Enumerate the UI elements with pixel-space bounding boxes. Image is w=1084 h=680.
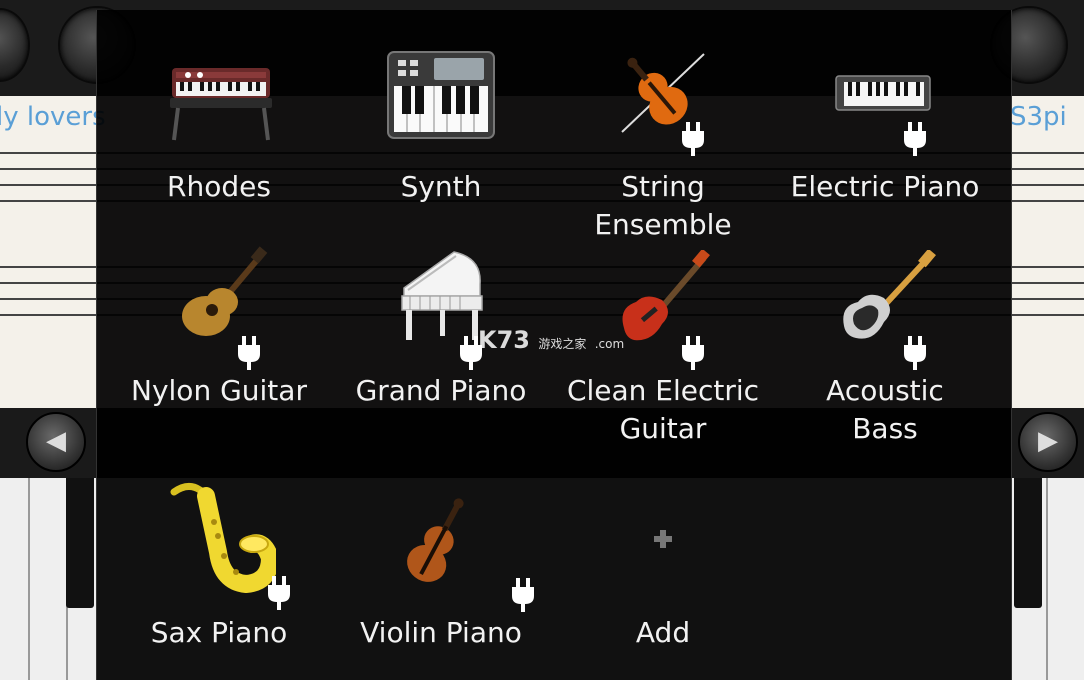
instrument-label: Violin Piano — [360, 616, 522, 649]
violin-icon — [407, 498, 464, 582]
grand-piano-icon — [401, 251, 483, 340]
instrument-label: Grand Piano — [355, 374, 527, 407]
instrument-tile-acoustic-bass[interactable]: Acoustic Bass — [774, 246, 996, 466]
instrument-label: Sax Piano — [150, 616, 288, 649]
toolbar-button-left[interactable] — [0, 8, 30, 82]
instrument-label: Electric Piano — [790, 170, 980, 203]
plugin-icon — [512, 578, 534, 612]
rhodes-keyboard-icon — [170, 68, 272, 141]
black-key[interactable] — [66, 478, 94, 608]
sheet-title-right: S3pi — [1010, 102, 1067, 132]
plugin-icon — [238, 336, 260, 370]
instrument-tile-electric-piano[interactable]: Electric Piano — [774, 10, 996, 230]
instrument-label: Rhodes — [167, 170, 271, 203]
saxophone-icon — [170, 483, 276, 594]
instrument-tile-sax-piano[interactable]: Sax Piano — [108, 480, 330, 670]
white-key[interactable] — [30, 478, 68, 680]
black-key[interactable] — [1014, 478, 1042, 608]
plugin-icon — [682, 122, 704, 156]
instrument-label: String Ensemble — [594, 170, 732, 241]
instrument-tile-violin-piano[interactable]: Violin Piano — [330, 480, 552, 670]
add-instrument-tile[interactable]: Add — [552, 480, 774, 670]
watermark-brand: K73 — [478, 326, 530, 354]
plus-icon — [654, 530, 672, 548]
instrument-label: Nylon Guitar — [131, 374, 307, 407]
electric-piano-icon — [835, 75, 931, 111]
instrument-tile-string-ensemble[interactable]: String Ensemble — [552, 10, 774, 250]
nylon-guitar-icon — [182, 246, 268, 336]
instrument-tile-nylon-guitar[interactable]: Nylon Guitar — [108, 246, 330, 466]
electric-guitar-icon — [622, 250, 710, 341]
instrument-tile-synth[interactable]: Synth — [330, 10, 552, 230]
white-key[interactable] — [1048, 478, 1084, 680]
scroll-right-button[interactable]: ▶ — [1018, 412, 1078, 472]
plugin-icon — [904, 122, 926, 156]
watermark: K73 游戏之家 .com — [478, 326, 624, 354]
watermark-cn: 游戏之家 — [538, 337, 587, 351]
sheet-title-left: ly lovers — [0, 102, 106, 132]
instrument-tile-grand-piano[interactable]: Grand Piano — [330, 246, 552, 466]
synth-keyboard-icon — [387, 51, 495, 139]
plugin-icon — [682, 336, 704, 370]
bass-guitar-icon — [843, 250, 936, 339]
add-label: Add — [635, 616, 691, 649]
white-key[interactable] — [0, 478, 30, 680]
instrument-label: Clean Electric Guitar — [566, 374, 760, 445]
instrument-label: Acoustic Bass — [826, 374, 944, 445]
plugin-icon — [904, 336, 926, 370]
watermark-domain: .com — [594, 337, 625, 351]
instrument-label: Synth — [400, 170, 482, 203]
instrument-tile-rhodes[interactable]: Rhodes — [108, 10, 330, 230]
instrument-tile-clean-electric-guitar[interactable]: Clean Electric Guitar — [552, 246, 774, 466]
scroll-left-button[interactable]: ◀ — [26, 412, 86, 472]
plugin-icon — [268, 576, 290, 610]
